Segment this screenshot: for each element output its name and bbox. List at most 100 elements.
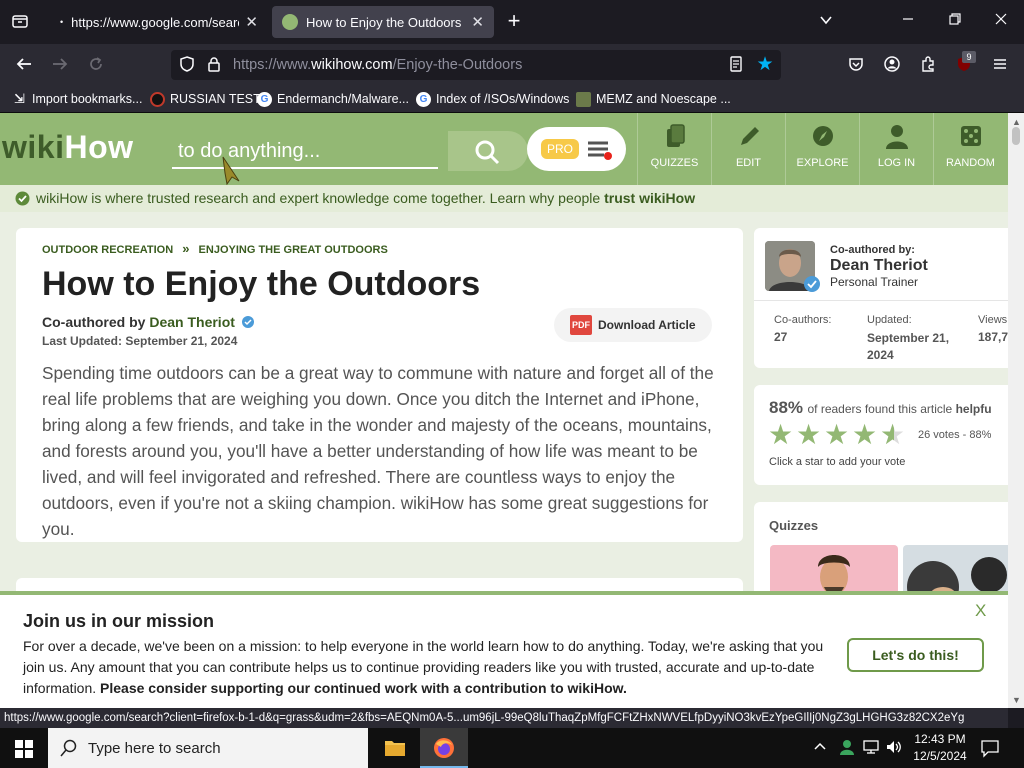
notifications-icon[interactable]	[980, 738, 1000, 763]
list-all-tabs-icon[interactable]	[815, 12, 837, 33]
nav-explore[interactable]: EXPLORE	[785, 113, 859, 185]
taskbar-search-input[interactable]: Type here to search	[48, 728, 368, 768]
bookmark-russian-test[interactable]: RUSSIAN TEST	[150, 90, 261, 108]
lock-icon[interactable]	[203, 55, 225, 78]
rating-percent: 88%	[769, 398, 804, 417]
bookmark-index-isos[interactable]: G Index of /ISOs/Windows	[416, 90, 569, 108]
author-link[interactable]: Dean Theriot	[149, 314, 235, 330]
pro-badge: PRO	[541, 139, 579, 159]
tab-dot-icon: •	[60, 17, 64, 27]
extension-badge: 9	[962, 51, 976, 63]
tab-wikihow[interactable]: How to Enjoy the Outdoors (wit ✕	[272, 6, 494, 38]
coauthor-line: Co-authored by Dean Theriot	[42, 314, 254, 330]
back-arrow-icon[interactable]	[13, 55, 35, 78]
trust-banner[interactable]: wikiHow is where trusted research and ex…	[0, 185, 1008, 212]
pocket-icon[interactable]	[845, 55, 867, 78]
divider	[754, 300, 1008, 301]
search-button[interactable]	[448, 131, 528, 171]
breadcrumb-item[interactable]: ENJOYING THE GREAT OUTDOORS	[199, 244, 388, 256]
coauthor-role: Personal Trainer	[830, 275, 919, 289]
wikihow-favicon-icon	[282, 14, 298, 30]
donation-banner: Join us in our mission For over a decade…	[0, 591, 1008, 708]
star-rating[interactable]: ★ ★ ★ ★ ★ ★	[768, 421, 908, 451]
minimize-icon[interactable]	[897, 11, 919, 31]
lets-do-this-button[interactable]: Let's do this!	[847, 638, 984, 672]
nav-quizzes[interactable]: QUIZZES	[637, 113, 711, 185]
volume-icon[interactable]	[885, 738, 903, 761]
tab-google-search[interactable]: • https://www.google.com/search ✕	[50, 6, 268, 38]
breadcrumb-item[interactable]: OUTDOOR RECREATION	[42, 244, 173, 256]
reader-view-icon[interactable]	[725, 55, 747, 78]
bookmark-label: RUSSIAN TEST	[170, 92, 261, 106]
memz-favicon-icon	[576, 91, 591, 107]
pencil-icon	[712, 123, 785, 151]
nav-random[interactable]: RANDOM	[933, 113, 1007, 185]
new-tab-icon[interactable]: +	[503, 10, 525, 32]
half-star-fill: ★	[880, 421, 894, 449]
url-text[interactable]: https://www.wikihow.com/Enjoy-the-Outdoo…	[233, 56, 522, 74]
page-scrollbar[interactable]: ▲ ▼	[1008, 113, 1024, 708]
url-bar[interactable]: https://www.wikihow.com/Enjoy-the-Outdoo…	[171, 50, 781, 80]
star-icon[interactable]: ★	[768, 421, 793, 449]
windows-taskbar: Type here to search 12:43 PM 12/5/2024	[0, 728, 1024, 768]
tab-close-icon[interactable]: ✕	[245, 13, 258, 31]
extensions-icon[interactable]	[917, 55, 939, 78]
bookmark-endermanch[interactable]: G Endermanch/Malware...	[257, 90, 409, 108]
menu-icon[interactable]	[989, 55, 1011, 78]
tab-label: How to Enjoy the Outdoors (wit	[306, 14, 465, 30]
stat-value: 27	[774, 330, 788, 344]
wikihow-logo[interactable]: wikiHow	[2, 129, 134, 166]
download-article-button[interactable]: PDF Download Article	[554, 308, 712, 342]
trust-text: wikiHow is where trusted research and ex…	[36, 190, 605, 206]
firefox-taskbar-button[interactable]	[420, 728, 468, 768]
reload-icon[interactable]	[85, 55, 107, 78]
clock-date: 12/5/2024	[913, 749, 967, 763]
url-domain: wikihow.com	[311, 57, 393, 73]
pro-menu-button[interactable]: PRO	[527, 127, 626, 171]
scroll-down-icon[interactable]: ▼	[1012, 695, 1021, 705]
star-icon[interactable]: ★	[824, 421, 849, 449]
clock[interactable]: 12:43 PM 12/5/2024	[905, 731, 975, 765]
quizzes-heading: Quizzes	[769, 518, 819, 533]
bookmark-label: MEMZ and Noescape ...	[596, 92, 731, 106]
windows-logo-icon	[15, 740, 33, 758]
scroll-up-icon[interactable]: ▲	[1012, 117, 1021, 127]
file-explorer-button[interactable]	[372, 728, 418, 768]
show-hidden-icons[interactable]	[813, 739, 827, 756]
tracking-shield-icon[interactable]	[176, 55, 198, 78]
google-favicon-icon: G	[257, 91, 272, 107]
restore-icon[interactable]	[944, 11, 966, 31]
vote-count: 26 votes - 88%	[918, 429, 992, 441]
url-prefix: https://www.	[233, 57, 312, 73]
coauthor-name[interactable]: Dean Theriot	[830, 257, 928, 275]
tab-close-icon[interactable]: ✕	[471, 13, 484, 31]
nav-edit[interactable]: EDIT	[711, 113, 785, 185]
bookmark-memz[interactable]: MEMZ and Noescape ...	[576, 90, 731, 108]
start-button[interactable]	[0, 728, 48, 768]
hamburger-icon	[588, 141, 612, 160]
screen: • https://www.google.com/search ✕ How to…	[0, 0, 1024, 768]
star-icon[interactable]: ★	[796, 421, 821, 449]
tab-list-icon[interactable]	[9, 12, 31, 35]
close-banner-button[interactable]: X	[975, 601, 986, 621]
nav-log-in[interactable]: LOG IN	[859, 113, 933, 185]
trust-link[interactable]: trust wikiHow	[604, 190, 695, 206]
account-icon[interactable]	[881, 55, 903, 78]
page-title: How to Enjoy the Outdoors	[42, 265, 481, 303]
verified-icon	[804, 276, 820, 292]
search-icon	[60, 739, 77, 757]
network-user-icon[interactable]	[838, 738, 856, 761]
stat-label: Updated:	[867, 314, 912, 326]
scrollbar-thumb[interactable]	[1012, 127, 1020, 145]
close-window-icon[interactable]	[990, 11, 1012, 31]
search-input[interactable]: to do anything...	[172, 133, 438, 169]
verified-icon	[241, 316, 254, 328]
banner-body: For over a decade, we've been on a missi…	[23, 638, 824, 696]
bookmark-import[interactable]: ⇲ Import bookmarks...	[12, 90, 142, 108]
forward-arrow-icon[interactable]	[49, 55, 71, 78]
bookmark-label: Endermanch/Malware...	[277, 92, 410, 106]
network-icon[interactable]	[862, 738, 880, 761]
star-icon[interactable]: ★	[852, 421, 877, 449]
bookmark-star-icon[interactable]: ★	[754, 55, 776, 75]
stat-value: September 21, 2024	[867, 331, 950, 362]
